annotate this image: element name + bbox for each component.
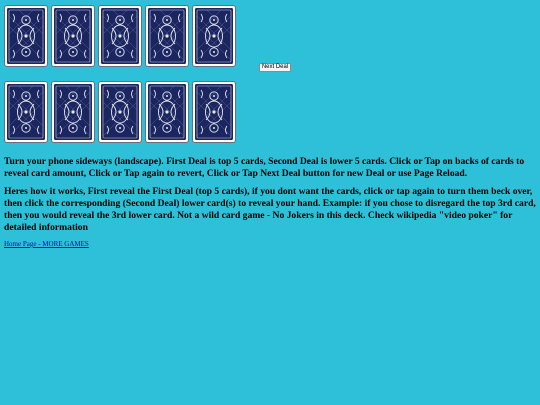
footer-links: Home Page - MORE GAMES xyxy=(4,240,89,249)
card-back-icon xyxy=(101,84,139,140)
first-deal-card-2[interactable] xyxy=(51,5,95,67)
card-back-icon xyxy=(195,8,233,64)
card-back-icon xyxy=(54,8,92,64)
card-back-icon xyxy=(7,84,45,140)
second-deal-card-3[interactable] xyxy=(98,81,142,143)
card-back-icon xyxy=(195,84,233,140)
first-deal-card-5[interactable] xyxy=(192,5,236,67)
second-deal-row xyxy=(4,81,236,143)
first-deal-card-4[interactable] xyxy=(145,5,189,67)
second-deal-card-5[interactable] xyxy=(192,81,236,143)
card-back-icon xyxy=(7,8,45,64)
instructions-paragraph-2: Heres how it works, First reveal the Fir… xyxy=(4,186,536,233)
second-deal-card-2[interactable] xyxy=(51,81,95,143)
card-back-icon xyxy=(148,84,186,140)
second-deal-card-4[interactable] xyxy=(145,81,189,143)
first-deal-card-3[interactable] xyxy=(98,5,142,67)
instructions-paragraph-1: Turn your phone sideways (landscape). Fi… xyxy=(4,156,525,179)
first-deal-card-1[interactable] xyxy=(4,5,48,67)
home-page-link[interactable]: Home Page - MORE GAMES xyxy=(4,240,89,248)
card-back-icon xyxy=(54,84,92,140)
second-deal-card-1[interactable] xyxy=(4,81,48,143)
next-deal-button[interactable]: Next Deal xyxy=(259,63,291,72)
first-deal-row xyxy=(4,5,236,67)
card-back-icon xyxy=(148,8,186,64)
card-back-icon xyxy=(101,8,139,64)
